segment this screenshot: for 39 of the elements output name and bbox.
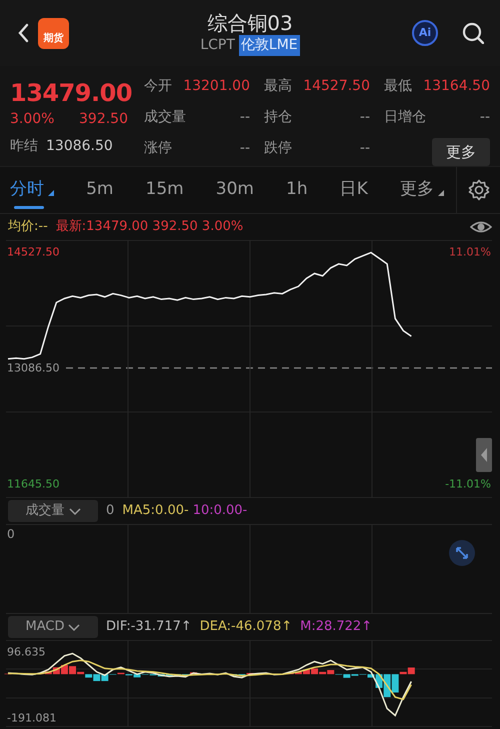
stat-label: 最高 — [264, 77, 292, 96]
axis-label: 96.635 — [7, 646, 46, 658]
ma5-value: MA5:0.00- — [122, 502, 189, 520]
stat-label: 日增仓 — [384, 108, 426, 127]
dea-value: DEA:-46.078↑ — [200, 618, 292, 636]
stat-value: -- — [360, 108, 370, 127]
stat-value: 13164.50 — [423, 77, 490, 96]
axis-label: 11.01% — [449, 246, 491, 258]
stat-label: 成交量 — [144, 108, 186, 127]
axis-label: 14527.50 — [7, 246, 60, 258]
stat-value: -- — [240, 138, 250, 158]
exchange-label: 伦敦LME — [238, 34, 300, 56]
axis-label: 11645.50 — [7, 478, 60, 490]
volume-value: 0 — [106, 502, 114, 520]
stat-label: 涨停 — [144, 138, 172, 158]
stat-value: -- — [240, 108, 250, 127]
stat-label: 最低 — [384, 77, 412, 96]
stat-label: 跌停 — [264, 138, 292, 158]
latest-quote: 最新:13479.00 392.50 3.00% — [56, 218, 244, 236]
axis-label: 0 — [7, 527, 15, 541]
stat-value: -- — [480, 108, 490, 127]
stat-label: 持仓 — [264, 108, 292, 127]
macd-value: M:28.722↑ — [300, 618, 372, 636]
axis-label: -191.081 — [7, 712, 56, 724]
axis-label: 13086.50 — [7, 362, 60, 374]
stat-label: 今开 — [144, 77, 172, 96]
stat-value: 13201.00 — [183, 77, 250, 96]
stat-value: 14527.50 — [303, 77, 370, 96]
axis-label: -11.01% — [445, 478, 491, 490]
stat-value: 13086.50 — [46, 137, 113, 156]
change-percent: 3.00% — [10, 110, 54, 130]
ma10-value: 10:0.00- — [192, 502, 248, 520]
page-title: 综合铜03 — [206, 10, 294, 34]
stat-label: 昨结 — [10, 137, 38, 156]
stat-value: -- — [360, 138, 370, 158]
dif-value: DIF:-31.717↑ — [106, 618, 192, 636]
change-value: 392.50 — [79, 110, 128, 130]
symbol-code: LCPT — [200, 36, 235, 54]
average-price: 均价:-- — [8, 218, 48, 236]
